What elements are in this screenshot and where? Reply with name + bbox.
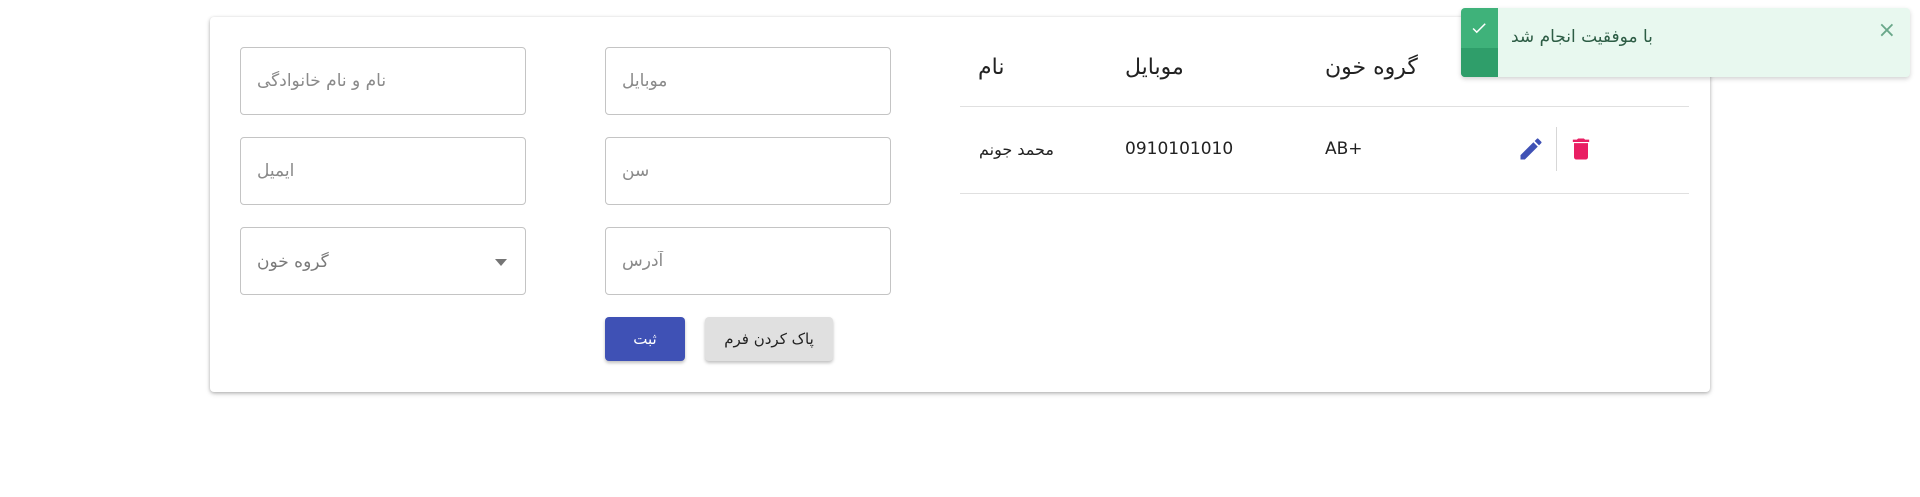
mobile-input[interactable] <box>606 48 890 114</box>
clear-form-button[interactable]: پاک کردن فرم <box>705 317 833 361</box>
cell-blood-group: AB+ <box>1325 139 1363 159</box>
header-blood-group: گروه خون <box>1325 55 1418 80</box>
close-icon[interactable]: × <box>1878 18 1896 43</box>
success-toast: با موفقیت انجام شد × <box>1461 8 1910 77</box>
toast-icon-bar <box>1461 8 1498 77</box>
header-mobile: موبایل <box>1125 55 1184 80</box>
edit-button[interactable] <box>1517 135 1545 163</box>
actions-divider <box>1556 127 1557 171</box>
check-icon <box>1472 23 1486 34</box>
row-divider <box>960 193 1689 194</box>
header-divider <box>960 106 1689 107</box>
delete-button[interactable] <box>1567 135 1595 163</box>
cell-mobile: 0910101010 <box>1125 139 1234 159</box>
cell-name: محمد جونم <box>979 140 1054 159</box>
address-field[interactable] <box>605 227 891 295</box>
submit-button[interactable]: ثبت <box>605 317 685 361</box>
blood-group-placeholder: گروه خون <box>257 252 329 272</box>
toast-message: با موفقیت انجام شد <box>1511 27 1653 47</box>
age-input[interactable] <box>606 138 890 204</box>
mobile-field[interactable] <box>605 47 891 115</box>
age-field[interactable] <box>605 137 891 205</box>
email-field[interactable] <box>240 137 526 205</box>
email-input[interactable] <box>241 138 525 204</box>
address-input[interactable] <box>606 228 890 294</box>
fullname-field[interactable] <box>240 47 526 115</box>
pencil-icon <box>1520 138 1542 160</box>
fullname-input[interactable] <box>241 48 525 114</box>
header-name: نام <box>978 55 1005 80</box>
chevron-down-icon <box>495 259 507 266</box>
trash-icon <box>1572 138 1590 160</box>
blood-group-select[interactable]: گروه خون <box>240 227 526 295</box>
